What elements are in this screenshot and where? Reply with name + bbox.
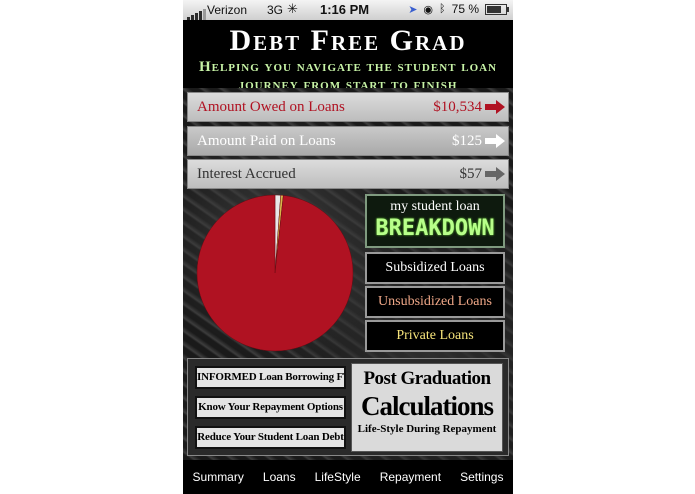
- lock-rotation-icon: ◉: [423, 3, 434, 16]
- bluetooth-icon: ᛒ: [439, 3, 446, 15]
- reduce-debt-button[interactable]: Reduce Your Student Loan Debt: [195, 426, 346, 449]
- activity-spinner-icon: ✳: [287, 1, 298, 16]
- status-time: 1:16 PM: [320, 2, 370, 17]
- informed-borrowing-button[interactable]: INFORMED Loan Borrowing FTW: [195, 366, 346, 389]
- tab-settings[interactable]: Settings: [456, 470, 507, 484]
- postgrad-main-text: Calculations: [360, 391, 494, 421]
- amount-owed-row[interactable]: Amount Owed on Loans $10,534: [187, 92, 509, 122]
- amount-owed-value: $10,534: [433, 99, 482, 115]
- battery-icon: [485, 3, 509, 15]
- tab-summary[interactable]: Summary: [189, 470, 248, 484]
- location-arrow-icon: ➤: [408, 3, 418, 16]
- breakdown-title: BREAKDOWN: [375, 216, 495, 241]
- post-graduation-calculations-button[interactable]: Post Graduation Calculations Life-Style …: [351, 363, 503, 452]
- tab-bar: Summary Loans LifeStyle Repayment Settin…: [183, 460, 513, 494]
- private-loans-button[interactable]: Private Loans: [365, 320, 505, 352]
- tab-loans[interactable]: Loans: [259, 470, 300, 484]
- tab-lifestyle[interactable]: LifeStyle: [311, 470, 365, 484]
- amount-paid-label: Amount Paid on Loans: [197, 133, 336, 149]
- arrow-right-icon: [485, 134, 505, 148]
- repayment-options-button[interactable]: Know Your Repayment Options: [195, 396, 346, 419]
- arrow-right-icon: [485, 100, 505, 114]
- app-title: Debt Free Grad: [229, 24, 467, 57]
- subsidized-loans-button[interactable]: Subsidized Loans: [365, 252, 505, 284]
- amount-paid-row[interactable]: Amount Paid on Loans $125: [187, 126, 509, 156]
- interest-accrued-value: $57: [459, 166, 483, 182]
- network-type: 3G: [267, 3, 284, 17]
- loan-pie-chart: [196, 194, 354, 352]
- carrier-name: Verizon: [207, 3, 248, 17]
- arrow-right-icon: [485, 167, 505, 181]
- tab-repayment[interactable]: Repayment: [376, 470, 445, 484]
- app-header: Debt Free Grad Helping you navigate the …: [183, 20, 513, 93]
- status-bar: Verizon 3G ✳ 1:16 PM ➤ ◉ ᛒ 75 %: [183, 0, 513, 20]
- amount-owed-label: Amount Owed on Loans: [197, 99, 345, 115]
- amount-paid-value: $125: [452, 133, 482, 149]
- signal-strength-icon: [187, 6, 207, 20]
- phone-screen: Verizon 3G ✳ 1:16 PM ➤ ◉ ᛒ 75 % Debt Fre…: [183, 0, 513, 494]
- postgrad-bottom-text: Life-Style During Repayment: [357, 423, 497, 435]
- unsubsidized-loans-button[interactable]: Unsubsidized Loans: [365, 286, 505, 318]
- interest-accrued-row[interactable]: Interest Accrued $57: [187, 159, 509, 189]
- resources-panel: INFORMED Loan Borrowing FTW Know Your Re…: [187, 358, 509, 456]
- breakdown-caption: my student loan: [390, 199, 480, 214]
- pie-slice-0: [196, 194, 354, 352]
- breakdown-header: my student loan BREAKDOWN: [365, 194, 505, 248]
- status-right: ➤ ◉ ᛒ 75 %: [408, 2, 509, 16]
- interest-accrued-label: Interest Accrued: [197, 166, 296, 182]
- battery-percent: 75 %: [451, 2, 479, 16]
- postgrad-top-text: Post Graduation: [363, 368, 491, 389]
